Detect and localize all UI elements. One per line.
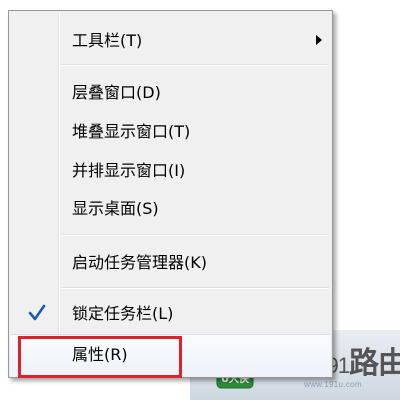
annotation-red-box xyxy=(18,336,182,378)
menu-item-label: 锁定任务栏(L) xyxy=(72,304,174,323)
menu-item-stack-windows[interactable]: 堆叠显示窗口(T) xyxy=(11,116,330,147)
desktop: U大侠 UU191路由网 www.191u.com 工具栏(T) 层叠窗口(D)… xyxy=(0,0,400,400)
menu-separator xyxy=(61,287,329,289)
menu-item-side-by-side-windows[interactable]: 并排显示窗口(I) xyxy=(11,155,330,186)
menu-item-label: 并排显示窗口(I) xyxy=(72,161,186,180)
menu-item-label: 显示桌面(S) xyxy=(72,199,159,218)
menu-separator xyxy=(61,64,329,66)
taskbar-context-menu: 工具栏(T) 层叠窗口(D) 堆叠显示窗口(T) 并排显示窗口(I) 显示桌面(… xyxy=(8,10,333,378)
menu-item-toolbars[interactable]: 工具栏(T) xyxy=(11,25,330,56)
chevron-right-icon xyxy=(316,35,322,45)
menu-item-show-desktop[interactable]: 显示桌面(S) xyxy=(11,193,330,224)
menu-item-cascade-windows[interactable]: 层叠窗口(D) xyxy=(11,77,330,108)
check-icon xyxy=(28,304,46,321)
watermark-url: www.191u.com xyxy=(304,380,362,389)
menu-item-task-manager[interactable]: 启动任务管理器(K) xyxy=(11,247,330,278)
menu-separator xyxy=(61,234,329,236)
menu-item-label: 启动任务管理器(K) xyxy=(72,253,207,272)
watermark-text: 路由网 xyxy=(348,347,400,380)
menu-item-label: 堆叠显示窗口(T) xyxy=(72,122,191,141)
menu-item-lock-taskbar[interactable]: 锁定任务栏(L) xyxy=(11,298,330,329)
menu-item-label: 层叠窗口(D) xyxy=(72,83,161,102)
menu-item-label: 工具栏(T) xyxy=(72,31,143,50)
